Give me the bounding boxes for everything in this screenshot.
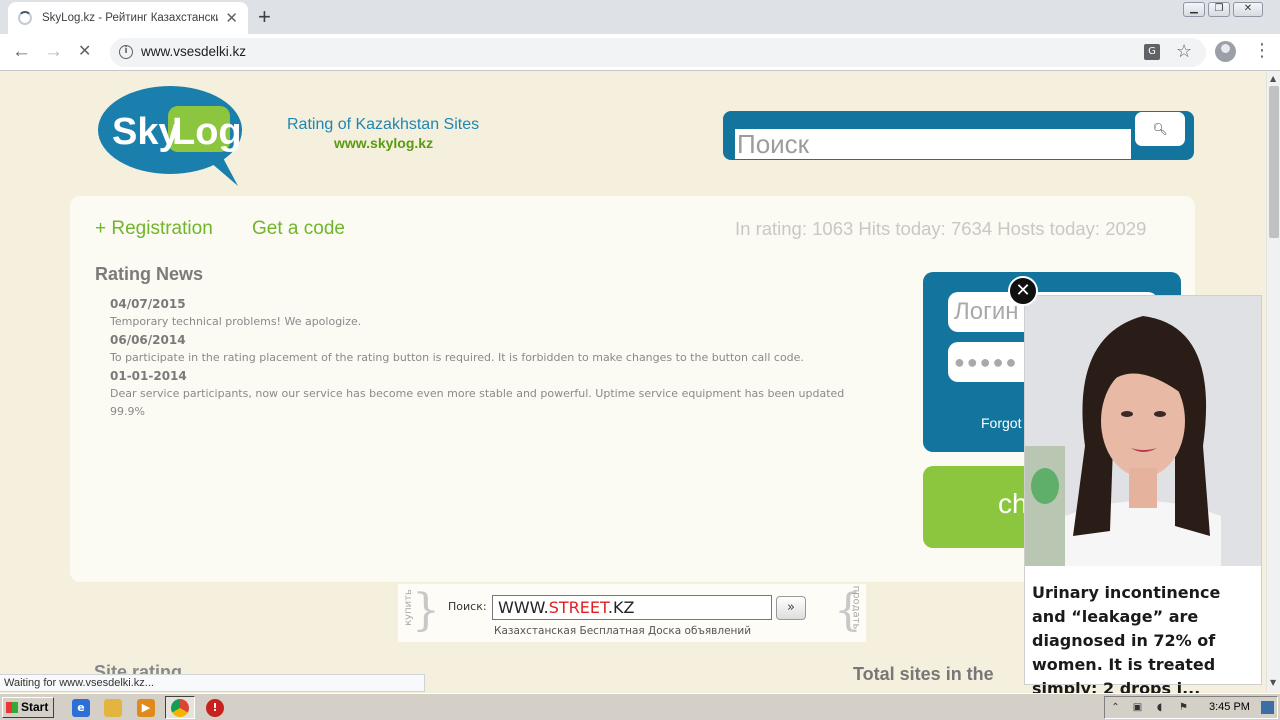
forgot-password-link[interactable]: Forgot: [981, 415, 1021, 431]
news-date: 04/07/2015: [110, 297, 186, 311]
search-icon: 🔍︎: [1152, 122, 1168, 136]
loading-spinner-icon: [18, 11, 32, 25]
site-url[interactable]: www.skylog.kz: [334, 135, 433, 151]
chrome-icon: [171, 699, 189, 717]
sell-label: продать: [850, 585, 862, 630]
address-bar[interactable]: i www.vsesdelki.kz G ☆: [110, 38, 1206, 67]
browser-toolbar: ← → ✕ i www.vsesdelki.kz G ☆: [0, 34, 1280, 71]
logo-text-log: Log: [172, 111, 242, 153]
scroll-up-icon[interactable]: ▲: [1270, 74, 1276, 83]
skylog-logo[interactable]: Sky Log: [98, 86, 246, 186]
get-code-link[interactable]: Get a code: [252, 218, 345, 240]
tab-close-icon[interactable]: ✕: [225, 9, 238, 27]
total-sites-heading: Total sites in the: [853, 664, 994, 684]
window-controls: ▁ ❐ ✕: [1180, 2, 1263, 17]
folder-icon[interactable]: [104, 699, 122, 717]
logo-text-sky: Sky: [112, 111, 180, 153]
media-player-icon[interactable]: ▶: [137, 699, 155, 717]
rating-stats: In rating: 1063 Hits today: 7634 Hosts t…: [735, 218, 1147, 239]
new-tab-button[interactable]: +: [258, 4, 271, 30]
tray-expand-icon[interactable]: ⌃: [1109, 701, 1122, 714]
tab-title: SkyLog.kz - Рейтинг Казахстанских: [42, 12, 218, 24]
search-input[interactable]: Поиск: [735, 129, 1131, 159]
news-heading: Rating News: [95, 264, 204, 284]
volume-icon[interactable]: ◖: [1153, 701, 1166, 714]
news-date: 01-01-2014: [110, 369, 187, 383]
tab-strip: SkyLog.kz - Рейтинг Казахстанских ✕ + ▁ …: [0, 0, 1280, 34]
street-search-input[interactable]: WWW.STREET.KZ: [492, 595, 772, 620]
translate-icon[interactable]: G: [1144, 44, 1160, 60]
forward-button[interactable]: →: [44, 41, 63, 63]
back-button[interactable]: ←: [12, 41, 31, 63]
street-search-button[interactable]: »: [776, 596, 806, 620]
street-value-red: STREET: [548, 598, 608, 617]
bookmark-star-icon[interactable]: ☆: [1176, 41, 1192, 62]
opera-icon[interactable]: !: [206, 699, 224, 717]
news-list: 04/07/2015 Temporary technical problems!…: [110, 295, 850, 421]
windows-taskbar: Start e ▶ ! ⌃ ▣ ◖ ⚑ 3:45 PM: [0, 693, 1280, 720]
scroll-down-icon[interactable]: ▼: [1270, 678, 1276, 687]
search-button[interactable]: 🔍︎: [1135, 112, 1185, 146]
browser-menu-icon[interactable]: ⋮: [1253, 41, 1271, 61]
site-rating-title: Rating of Kazakhstan Sites: [287, 116, 480, 133]
network-icon[interactable]: ▣: [1131, 701, 1144, 714]
scroll-thumb[interactable]: [1269, 86, 1279, 238]
url-text[interactable]: www.vsesdelki.kz: [141, 44, 246, 59]
street-value-prefix: WWW.: [498, 598, 549, 617]
start-button[interactable]: Start: [2, 697, 54, 718]
clock[interactable]: 3:45 PM: [1209, 701, 1250, 713]
flag-icon[interactable]: ⚑: [1177, 701, 1190, 714]
system-tray: ⌃ ▣ ◖ ⚑ 3:45 PM: [1104, 696, 1278, 719]
search-box: Поиск 🔍︎: [723, 111, 1194, 160]
street-kz-banner: купить } { продать Поиск: WWW.STREET.KZ …: [398, 584, 866, 642]
ad-image[interactable]: [1025, 296, 1261, 566]
minimize-button[interactable]: ▁: [1183, 2, 1205, 17]
show-desktop-icon[interactable]: [1261, 701, 1274, 714]
chrome-taskbar-button[interactable]: [165, 696, 195, 719]
street-value-suffix: .KZ: [607, 598, 635, 617]
ad-text[interactable]: Urinary incontinence and “leakage” are d…: [1032, 581, 1256, 701]
ie-icon[interactable]: e: [72, 699, 90, 717]
street-subtitle: Казахстанская Бесплатная Доска объявлени…: [494, 625, 752, 637]
registration-link[interactable]: + Registration: [95, 218, 213, 240]
ad-close-icon[interactable]: ✕: [1008, 276, 1038, 306]
profile-avatar-icon[interactable]: [1215, 41, 1236, 62]
news-text: To participate in the rating placement o…: [110, 351, 804, 364]
stop-button[interactable]: ✕: [78, 41, 91, 63]
site-info-icon[interactable]: i: [119, 45, 133, 59]
status-bubble: Waiting for www.vsesdelki.kz...: [0, 674, 425, 692]
maximize-button[interactable]: ❐: [1208, 2, 1230, 17]
news-text: Temporary technical problems! We apologi…: [110, 315, 362, 328]
page-scrollbar[interactable]: ▲ ▼: [1266, 72, 1280, 692]
news-text: Dear service participants, now our servi…: [110, 387, 845, 418]
browser-tab[interactable]: SkyLog.kz - Рейтинг Казахстанских ✕: [8, 2, 248, 34]
window-close-button[interactable]: ✕: [1233, 2, 1263, 17]
street-search-label: Поиск:: [448, 600, 487, 613]
ad-popup[interactable]: Urinary incontinence and “leakage” are d…: [1024, 295, 1262, 698]
news-date: 06/06/2014: [110, 333, 186, 347]
left-brace: }: [412, 585, 440, 636]
